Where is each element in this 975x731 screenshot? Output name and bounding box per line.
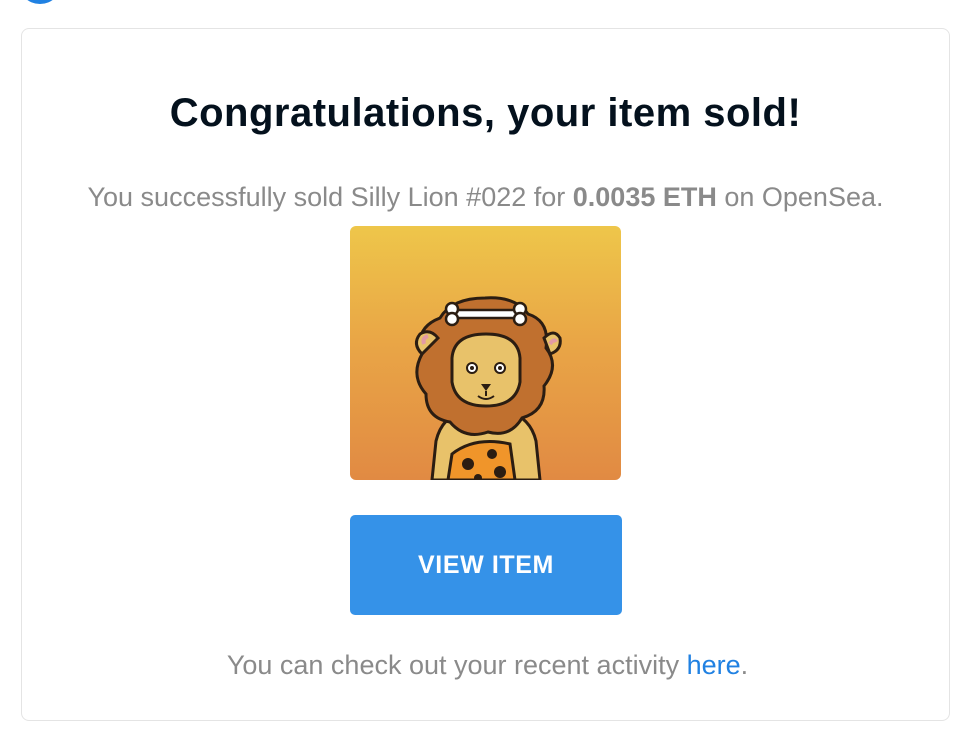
recent-activity-prefix: You can check out your recent activity [226, 650, 687, 680]
recent-activity-link[interactable]: here [687, 650, 741, 680]
opensea-logo-fragment [18, 0, 62, 4]
sale-message-suffix: on OpenSea. [716, 182, 884, 212]
sale-message: You successfully sold Silly Lion #022 fo… [22, 182, 949, 213]
silly-lion-illustration [415, 296, 562, 480]
view-item-button[interactable]: VIEW ITEM [350, 515, 622, 615]
sale-price: 0.0035 ETH [572, 182, 717, 212]
sale-message-prefix: You successfully sold Silly Lion #022 fo… [87, 182, 573, 212]
recent-activity-text: You can check out your recent activity h… [0, 650, 975, 681]
nft-item-image[interactable] [350, 226, 621, 480]
recent-activity-suffix: . [740, 650, 749, 680]
page-title: Congratulations, your item sold! [169, 91, 802, 135]
